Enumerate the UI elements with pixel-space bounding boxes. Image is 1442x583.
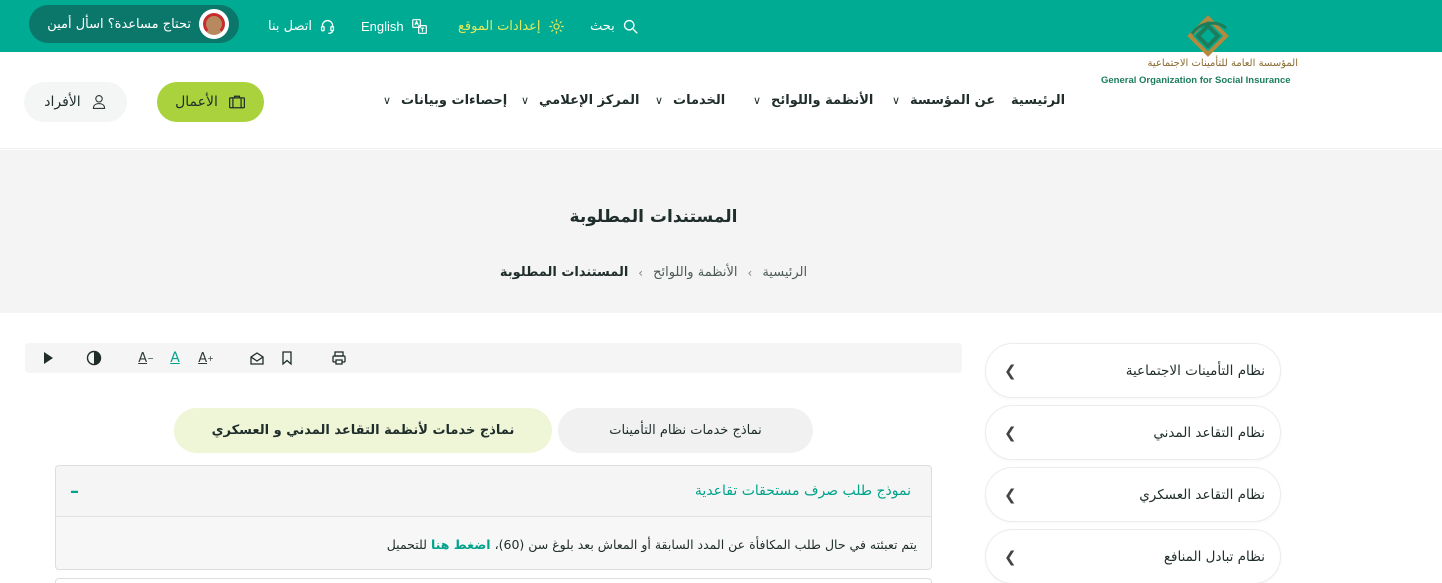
reset-font-button[interactable]: A [168, 348, 182, 368]
sidebar-item-military-retirement[interactable]: ❮ نظام التقاعد العسكري [985, 467, 1281, 522]
accordion-body-suffix: للتحميل [386, 537, 427, 552]
site-settings-label: إعدادات الموقع [458, 18, 541, 34]
nav-item-regulations[interactable]: ∨ الأنظمة واللوائح [750, 52, 873, 149]
share-email-icon[interactable] [248, 348, 266, 368]
font-increase-label: A [198, 350, 208, 366]
tab-label: نماذج خدمات نظام التأمينات [609, 423, 762, 438]
sidebar-item-label: نظام تبادل المنافع [1163, 548, 1265, 565]
briefcase-icon [228, 95, 245, 109]
sidebar-item-label: نظام التأمينات الاجتماعية [1125, 362, 1265, 379]
chevron-left-icon: ❮ [1004, 485, 1017, 504]
ameen-avatar-icon [199, 9, 229, 39]
ask-ameen-label: تحتاج مساعدة؟ اسأل أمين [47, 16, 191, 32]
tab-label: نماذج خدمات لأنظمة التقاعد المدني و العس… [211, 423, 515, 438]
accordion-retirement-request: – نموذج طلب صرف مستحقات تقاعدية يتم تعبئ… [55, 465, 932, 570]
nav-item-services[interactable]: ∨ الخدمات [652, 52, 725, 149]
search-icon [623, 19, 638, 34]
nav-label: الأنظمة واللوائح [771, 93, 874, 108]
nav-item-home[interactable]: الرئيسية [1011, 52, 1065, 149]
chevron-down-icon: ∨ [520, 94, 530, 107]
contact-us-label: اتصل بنا [268, 18, 312, 34]
nav-label: الرئيسية [1011, 93, 1066, 108]
collapse-icon[interactable]: – [70, 481, 79, 502]
chevron-left-icon: ❮ [1004, 361, 1017, 380]
contrast-icon[interactable] [85, 348, 103, 368]
site-settings-link[interactable]: إعدادات الموقع [458, 0, 565, 52]
sidebar-item-benefits-exchange[interactable]: ❮ نظام تبادل المنافع [985, 529, 1281, 583]
gear-icon [548, 18, 564, 34]
chevron-down-icon: ∨ [382, 94, 392, 107]
chevron-left-icon: ‹ [747, 265, 753, 280]
nav-item-about[interactable]: ∨ عن المؤسسة [889, 52, 995, 149]
accessibility-toolbar: A − A A + [25, 343, 962, 373]
individuals-button[interactable]: الأفراد [24, 82, 127, 122]
headset-icon [320, 19, 335, 34]
tab-insurance-forms[interactable]: نماذج خدمات نظام التأمينات [558, 408, 813, 453]
sidebar-item-label: نظام التقاعد العسكري [1139, 486, 1265, 503]
individuals-label: الأفراد [44, 94, 81, 110]
sidebar-item-social-insurance[interactable]: ❮ نظام التأمينات الاجتماعية [985, 343, 1281, 398]
language-switch[interactable]: English [361, 0, 428, 52]
breadcrumb-regulations[interactable]: الأنظمة واللوائح [653, 265, 737, 280]
font-decrease-label: A [138, 350, 148, 366]
decrease-font-button[interactable]: A − [137, 348, 155, 368]
accordion-body-text: يتم تعبئته في حال طلب المكافأة عن المدد … [494, 537, 917, 552]
accordion-next[interactable] [55, 578, 932, 583]
logo-arabic-text: المؤسسة العامة للتأمينات الاجتماعية [1147, 58, 1298, 69]
business-button[interactable]: الأعمال [157, 82, 264, 122]
chevron-down-icon: ∨ [891, 94, 901, 107]
page-hero: المستندات المطلوبة الرئيسية ‹ الأنظمة وا… [0, 150, 1442, 313]
print-icon[interactable] [330, 348, 348, 368]
tab-civil-military-forms[interactable]: نماذج خدمات لأنظمة التقاعد المدني و العس… [174, 408, 552, 453]
user-icon [92, 95, 105, 109]
breadcrumb: الرئيسية ‹ الأنظمة واللوائح ‹ المستندات … [0, 265, 1307, 280]
chevron-left-icon: ❮ [1004, 423, 1017, 442]
nav-label: إحصاءات وبيانات [401, 93, 508, 108]
nav-item-media-center[interactable]: ∨ المركز الإعلامي [518, 52, 639, 149]
font-reset-label: A [170, 350, 180, 366]
logo-english-text: General Organization for Social Insuranc… [1101, 75, 1291, 86]
search-label: بحث [590, 18, 615, 34]
nav-label: المركز الإعلامي [539, 93, 640, 108]
nav-label: عن المؤسسة [910, 93, 996, 108]
language-label: English [361, 18, 404, 34]
translate-icon [411, 18, 427, 34]
sidebar-item-civil-retirement[interactable]: ❮ نظام التقاعد المدني [985, 405, 1281, 460]
business-label: الأعمال [175, 94, 218, 110]
accordion-title[interactable]: نموذج طلب صرف مستحقات تقاعدية [695, 483, 911, 499]
accordion-header[interactable]: – نموذج طلب صرف مستحقات تقاعدية [56, 466, 931, 517]
chevron-down-icon: ∨ [654, 94, 664, 107]
breadcrumb-current: المستندات المطلوبة [499, 265, 629, 280]
chevron-down-icon: ∨ [752, 94, 762, 107]
breadcrumb-home[interactable]: الرئيسية [762, 265, 807, 280]
sidebar-item-label: نظام التقاعد المدني [1153, 424, 1265, 441]
play-icon[interactable] [40, 348, 56, 368]
search-link[interactable]: بحث [590, 0, 639, 52]
bookmark-icon[interactable] [278, 348, 296, 368]
contact-us-link[interactable]: اتصل بنا [268, 0, 336, 52]
download-link[interactable]: اضغط هنا [431, 537, 491, 552]
nav-item-statistics[interactable]: ∨ إحصاءات وبيانات [380, 52, 507, 149]
chevron-left-icon: ❮ [1004, 547, 1017, 566]
accordion-body: يتم تعبئته في حال طلب المكافأة عن المدد … [56, 517, 931, 552]
page-title: المستندات المطلوبة [569, 207, 738, 227]
increase-font-button[interactable]: A + [197, 348, 215, 368]
chevron-left-icon: ‹ [638, 265, 644, 280]
nav-label: الخدمات [673, 93, 726, 108]
ask-ameen-button[interactable]: تحتاج مساعدة؟ اسأل أمين [29, 5, 239, 43]
